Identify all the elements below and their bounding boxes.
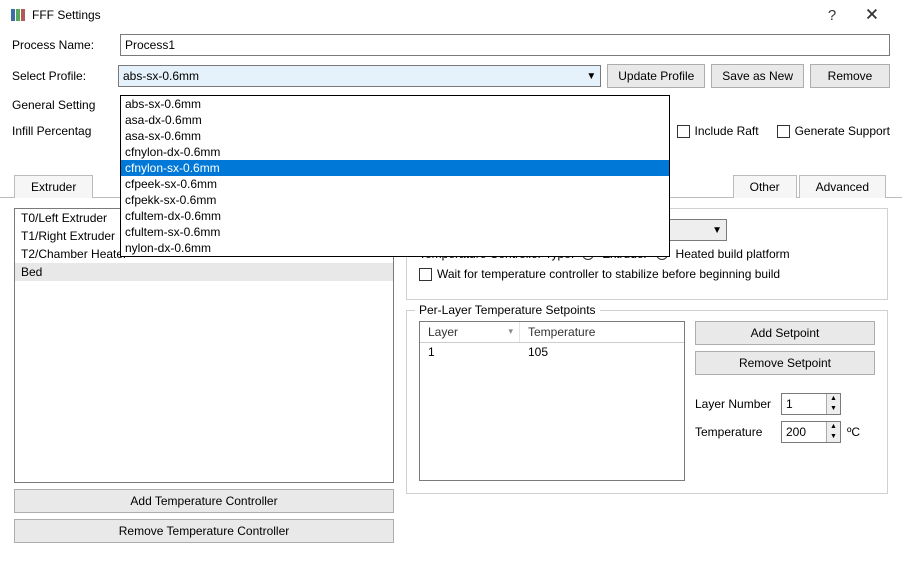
- wait-stabilize-label: Wait for temperature controller to stabi…: [437, 267, 780, 281]
- profile-option[interactable]: cfnylon-dx-0.6mm: [121, 144, 669, 160]
- setpoint-table[interactable]: Layer ▾ Temperature 1105: [419, 321, 685, 481]
- temperature-label: Temperature: [695, 425, 775, 439]
- profile-option[interactable]: asa-sx-0.6mm: [121, 128, 669, 144]
- generate-support-checkbox[interactable]: Generate Support: [777, 124, 890, 138]
- profile-option[interactable]: cfpeek-sx-0.6mm: [121, 176, 669, 192]
- profile-dropdown[interactable]: abs-sx-0.6mmasa-dx-0.6mmasa-sx-0.6mmcfny…: [120, 95, 670, 257]
- checkbox-box-icon: [419, 268, 432, 281]
- layer-number-spinner[interactable]: 1 ▲▼: [781, 393, 841, 415]
- chevron-down-icon: ▼: [712, 225, 722, 236]
- profile-option[interactable]: asa-dx-0.6mm: [121, 112, 669, 128]
- add-setpoint-button[interactable]: Add Setpoint: [695, 321, 875, 345]
- sort-down-icon: ▾: [508, 326, 513, 337]
- save-as-new-button[interactable]: Save as New: [711, 64, 804, 88]
- col-layer-header[interactable]: Layer ▾: [420, 322, 520, 342]
- remove-setpoint-button[interactable]: Remove Setpoint: [695, 351, 875, 375]
- select-profile-label: Select Profile:: [12, 69, 112, 83]
- include-raft-checkbox[interactable]: Include Raft: [677, 124, 759, 138]
- remove-profile-button[interactable]: Remove: [810, 64, 890, 88]
- spinner-down-icon[interactable]: ▼: [827, 432, 840, 442]
- layer-number-value: 1: [782, 397, 826, 411]
- process-name-input[interactable]: [120, 34, 890, 56]
- spinner-up-icon[interactable]: ▲: [827, 422, 840, 432]
- wait-stabilize-checkbox[interactable]: Wait for temperature controller to stabi…: [419, 267, 780, 281]
- tab-other[interactable]: Other: [733, 175, 797, 198]
- layer-number-label: Layer Number: [695, 397, 775, 411]
- close-button[interactable]: 🗙: [852, 3, 892, 28]
- update-profile-button[interactable]: Update Profile: [607, 64, 705, 88]
- setpoints-legend: Per-Layer Temperature Setpoints: [415, 303, 600, 317]
- col-temp-header[interactable]: Temperature: [520, 322, 603, 342]
- chevron-down-icon: ▼: [586, 71, 596, 82]
- profile-selected-value: abs-sx-0.6mm: [123, 69, 586, 83]
- generate-support-label: Generate Support: [795, 124, 890, 138]
- spinner-up-icon[interactable]: ▲: [827, 394, 840, 404]
- temperature-spinner[interactable]: 200 ▲▼: [781, 421, 841, 443]
- tab-advanced[interactable]: Advanced: [799, 175, 886, 198]
- window-title: FFF Settings: [32, 8, 812, 22]
- temp-controller-item[interactable]: Bed: [15, 263, 393, 281]
- infill-percentage-label: Infill Percentag: [12, 124, 91, 138]
- profile-option[interactable]: nylon-dx-0.6mm: [121, 240, 669, 256]
- radio-heated-label: Heated build platform: [676, 247, 790, 261]
- profile-combobox[interactable]: abs-sx-0.6mm ▼: [118, 65, 601, 87]
- profile-option[interactable]: abs-sx-0.6mm: [121, 96, 669, 112]
- checkbox-box-icon: [777, 125, 790, 138]
- include-raft-label: Include Raft: [695, 124, 759, 138]
- profile-option[interactable]: cfnylon-sx-0.6mm: [121, 160, 669, 176]
- setpoint-row[interactable]: 1105: [420, 343, 684, 361]
- profile-option[interactable]: cfultem-dx-0.6mm: [121, 208, 669, 224]
- tab-extruder[interactable]: Extruder: [14, 175, 93, 198]
- general-settings-label: General Setting: [12, 98, 95, 112]
- app-icon: [10, 7, 26, 23]
- help-button[interactable]: ?: [812, 7, 852, 24]
- profile-option[interactable]: cfpekk-sx-0.6mm: [121, 192, 669, 208]
- checkbox-box-icon: [677, 125, 690, 138]
- process-name-label: Process Name:: [12, 38, 112, 52]
- spinner-down-icon[interactable]: ▼: [827, 404, 840, 414]
- remove-temp-controller-button[interactable]: Remove Temperature Controller: [14, 519, 394, 543]
- profile-option[interactable]: cfultem-sx-0.6mm: [121, 224, 669, 240]
- add-temp-controller-button[interactable]: Add Temperature Controller: [14, 489, 394, 513]
- temperature-unit: ºC: [847, 425, 860, 439]
- temperature-value: 200: [782, 425, 826, 439]
